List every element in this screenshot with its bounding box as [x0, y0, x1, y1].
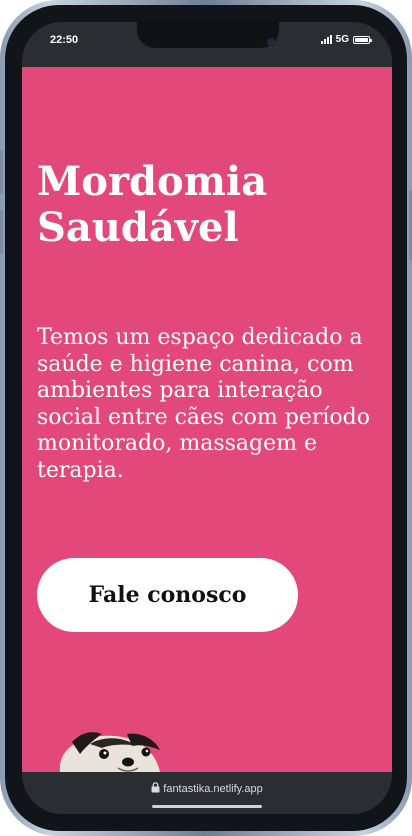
status-time: 22:50 [50, 34, 79, 46]
browser-url-bar[interactable]: fantastika.netlify.app [22, 772, 392, 814]
volume-up-button [0, 150, 3, 194]
title-line-1: Mordomia [37, 158, 268, 205]
page-title: Mordomia Saudável [37, 159, 367, 251]
lock-icon [151, 782, 160, 793]
camera-notch [137, 22, 279, 48]
dog-photo [32, 732, 192, 772]
volume-down-button [0, 210, 3, 254]
url-text: fantastika.netlify.app [163, 783, 263, 795]
contact-button[interactable]: Fale conosco [37, 558, 298, 632]
hero-section: Mordomia Saudável Temos um espaço dedica… [22, 67, 392, 772]
url-display[interactable]: fantastika.netlify.app [22, 782, 392, 795]
title-line-2: Saudável [37, 204, 239, 251]
hero-description: Temos um espaço dedicado a saúde e higie… [37, 325, 370, 483]
phone-frame: 22:50 5G Mordomia Saudável Temos um espa… [0, 0, 412, 836]
battery-icon [353, 35, 372, 44]
signal-icon [320, 35, 332, 44]
status-indicators: 5G [320, 34, 372, 45]
home-indicator[interactable] [152, 805, 262, 808]
network-type: 5G [335, 34, 349, 45]
phone-screen: 22:50 5G Mordomia Saudável Temos um espa… [22, 22, 392, 814]
status-bar: 22:50 5G [22, 22, 392, 67]
front-camera-icon [267, 38, 275, 46]
